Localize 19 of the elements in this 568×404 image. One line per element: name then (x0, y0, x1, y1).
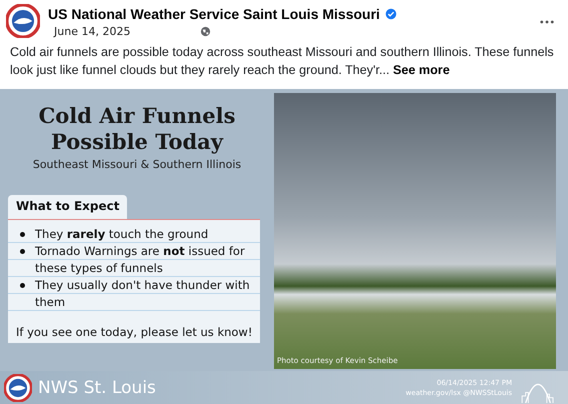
bullet-icon (20, 283, 25, 288)
post-text: Cold air funnels are possible today across southeast Missouri and southern Illinois. These funnels look just like funnel clouds but they rarely reach the ground. They'r... See more (10, 44, 555, 79)
globe-icon (200, 26, 212, 37)
bullet-text: Tornado Warnings are not issued for these types of funnels (35, 243, 246, 277)
bullet-text: They usually don't have thunder with them (35, 277, 251, 311)
bullet-text: They rarely touch the ground (35, 226, 208, 243)
office-name: NWS St. Louis (38, 378, 157, 398)
bullet-icon (20, 232, 25, 237)
page-name[interactable]: US National Weather Service Saint Louis Missouri (48, 6, 380, 22)
closing-line: If you see one today, please let us know! (16, 325, 254, 339)
more-options-icon[interactable] (540, 20, 554, 24)
post-date[interactable]: June 14, 2025 (54, 25, 130, 38)
agency-logo-icon[interactable] (6, 4, 40, 38)
bullet-icon (20, 249, 25, 254)
agency-logo-icon (4, 374, 32, 402)
card-heading: What to Expect (8, 195, 128, 219)
graphic-title: Cold Air Funnels Possible Today (38, 103, 236, 155)
see-more-link[interactable]: See more (393, 63, 450, 77)
graphic-subtitle: Southeast Missouri & Southern Illinois (32, 158, 242, 171)
